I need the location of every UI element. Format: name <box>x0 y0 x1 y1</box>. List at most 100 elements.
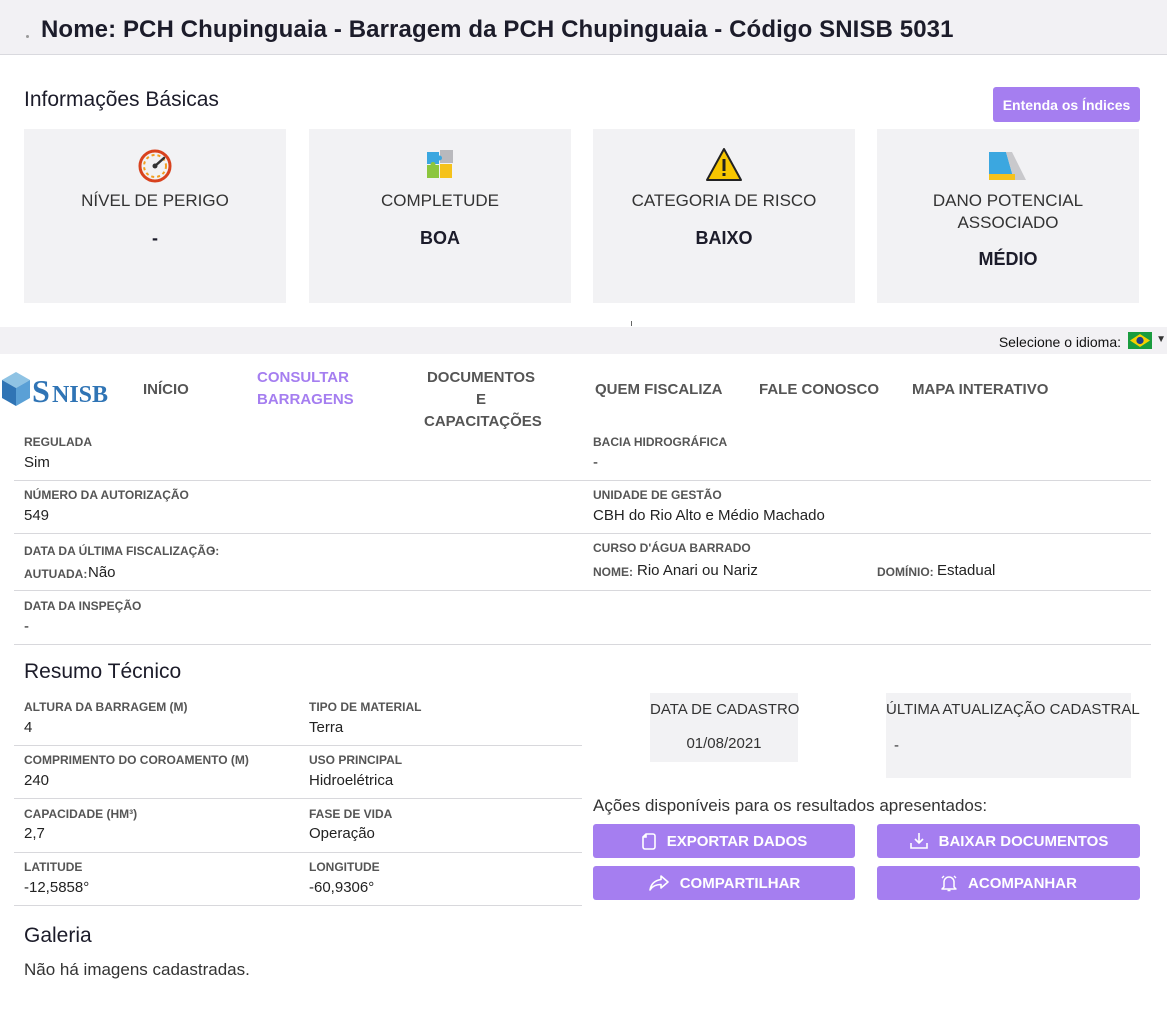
potential-damage-card: DANO POTENCIAL ASSOCIADO MÉDIO <box>877 129 1139 303</box>
nome-value: Rio Anari ou Nariz <box>637 562 758 579</box>
download-icon <box>909 833 928 849</box>
danger-level-label: NÍVEL DE PERIGO <box>81 191 229 210</box>
dominio-value: Estadual <box>937 562 996 579</box>
potential-damage-label: DANO POTENCIAL ASSOCIADO <box>932 191 1084 232</box>
main-nav: S NISB INÍCIO CONSULTAR BARRAGENS DOCUME… <box>0 354 1167 430</box>
material-value: Terra <box>309 719 344 736</box>
bacia-value: - <box>593 454 598 471</box>
understand-indices-button[interactable]: Entenda os Índices <box>993 87 1140 122</box>
autuada-value: Não <box>88 564 116 581</box>
nav-documentos-capacitacoes[interactable]: DOCUMENTOS E CAPACITAÇÕES <box>424 367 542 433</box>
nav-quem-fiscaliza[interactable]: QUEM FISCALIZA <box>595 379 723 401</box>
fiscalizacao-value: - <box>210 542 215 559</box>
latitude-value: -12,5858° <box>24 879 90 896</box>
basic-info-title: Informações Básicas <box>24 88 219 111</box>
divider <box>14 905 582 906</box>
completeness-label: COMPLETUDE <box>380 191 500 210</box>
gallery-title: Galeria <box>24 924 92 947</box>
speedometer-icon <box>24 147 286 183</box>
nav-inicio[interactable]: INÍCIO <box>143 379 189 401</box>
ultima-atualizacao-box: ÚLTIMA ATUALIZAÇÃO CADASTRAL - <box>886 693 1140 778</box>
curso-label: CURSO D'ÁGUA BARRADO <box>593 541 751 555</box>
bell-icon <box>941 875 957 892</box>
divider <box>14 480 1151 481</box>
unidade-label: UNIDADE DE GESTÃO <box>593 488 722 502</box>
download-documents-button[interactable]: BAIXAR DOCUMENTOS <box>877 824 1140 858</box>
language-label: Selecione o idioma: <box>998 334 1121 350</box>
title-bullet <box>26 35 29 38</box>
svg-text:S: S <box>32 373 50 409</box>
altura-label: ALTURA DA BARRAGEM (m) <box>24 700 188 714</box>
inspecao-value: - <box>24 618 29 635</box>
dominio-label: DOMÍNIO: <box>877 565 934 579</box>
divider <box>14 644 1151 645</box>
export-data-label: EXPORTAR DADOS <box>666 832 808 850</box>
unidade-value: CBH do Rio Alto e Médio Machado <box>593 507 825 524</box>
potential-damage-value: MÉDIO <box>978 249 1038 269</box>
nav-fale-conosco[interactable]: FALE CONOSCO <box>759 379 879 401</box>
nav-consultar-barragens[interactable]: CONSULTAR BARRAGENS <box>257 367 354 411</box>
fase-value: Operação <box>309 825 375 842</box>
chevron-down-icon[interactable]: ▼ <box>1156 334 1166 345</box>
dam-icon <box>877 147 1139 183</box>
completeness-value: BOA <box>420 228 460 248</box>
ultima-atualizacao-label: ÚLTIMA ATUALIZAÇÃO CADASTRAL <box>886 701 1140 718</box>
nav-mapa-interativo[interactable]: MAPA INTERATIVO <box>912 379 1048 401</box>
title-bar: Nome: PCH Chupinguaia - Barragem da PCH … <box>0 0 1167 55</box>
ultima-atualizacao-value: - <box>894 737 899 754</box>
data-cadastro-label: DATA DE CADASTRO <box>650 701 800 718</box>
follow-button[interactable]: ACOMPANHAR <box>877 866 1140 900</box>
page-title: Nome: PCH Chupinguaia - Barragem da PCH … <box>41 16 954 43</box>
fiscalizacao-label: DATA DA ÚLTIMA FISCALIZAÇÃO: <box>24 544 220 558</box>
bacia-label: BACIA HIDROGRÁFICA <box>593 435 728 449</box>
regulada-label: REGULADA <box>24 435 92 449</box>
warning-icon <box>593 147 855 183</box>
longitude-label: LONGITUDE <box>309 860 380 874</box>
uso-label: USO PRINCIPAL <box>309 753 403 767</box>
download-documents-label: BAIXAR DOCUMENTOS <box>938 832 1109 850</box>
brazil-flag-icon[interactable] <box>1128 332 1152 349</box>
autorizacao-label: NÚMERO DA AUTORIZAÇÃO <box>24 488 189 502</box>
export-icon <box>641 833 656 850</box>
inspecao-label: DATA DA INSPEÇÃO <box>24 599 142 613</box>
data-cadastro-box: DATA DE CADASTRO 01/08/2021 <box>650 693 800 762</box>
divider <box>14 533 1151 534</box>
regulada-value: Sim <box>24 454 50 471</box>
comprimento-label: COMPRIMENTO DO COROAMENTO (m) <box>24 753 249 767</box>
resumo-tecnico-title: Resumo Técnico <box>24 660 182 683</box>
follow-label: ACOMPANHAR <box>968 874 1077 892</box>
danger-level-card: NÍVEL DE PERIGO - <box>24 129 286 303</box>
capacidade-label: CAPACIDADE (hm³) <box>24 807 138 821</box>
divider <box>14 590 1151 591</box>
divider <box>14 798 582 799</box>
comprimento-value: 240 <box>24 772 50 789</box>
capacidade-value: 2,7 <box>24 825 45 842</box>
risk-category-value: BAIXO <box>695 228 753 248</box>
danger-level-value: - <box>152 228 158 248</box>
gallery-empty-text: Não há imagens cadastradas. <box>24 960 250 979</box>
completeness-card: COMPLETUDE BOA <box>309 129 571 303</box>
share-button[interactable]: COMPARTILHAR <box>593 866 855 900</box>
svg-text:NISB: NISB <box>52 382 108 408</box>
actions-description: Ações disponíveis para os resultados apr… <box>593 796 988 815</box>
material-label: TIPO DE MATERIAL <box>309 700 422 714</box>
puzzle-icon <box>309 147 571 183</box>
autuada-label: AUTUADA: <box>24 567 88 581</box>
risk-category-label: CATEGORIA DE RISCO <box>631 191 817 210</box>
fase-label: FASE DE VIDA <box>309 807 393 821</box>
longitude-value: -60,9306° <box>309 879 375 896</box>
risk-category-card: CATEGORIA DE RISCO BAIXO <box>593 129 855 303</box>
latitude-label: LATITUDE <box>24 860 83 874</box>
autorizacao-value: 549 <box>24 507 50 524</box>
language-bar: Selecione o idioma: ▼ <box>0 327 1167 354</box>
divider <box>14 745 582 746</box>
altura-value: 4 <box>24 719 33 736</box>
nome-label: NOME: <box>593 565 633 579</box>
divider <box>14 852 582 853</box>
data-cadastro-value: 01/08/2021 <box>686 735 762 752</box>
separator-tick <box>631 321 632 326</box>
share-icon <box>648 875 669 891</box>
snisb-logo[interactable]: S NISB <box>0 366 125 416</box>
export-data-button[interactable]: EXPORTAR DADOS <box>593 824 855 858</box>
uso-value: Hidroelétrica <box>309 772 394 789</box>
